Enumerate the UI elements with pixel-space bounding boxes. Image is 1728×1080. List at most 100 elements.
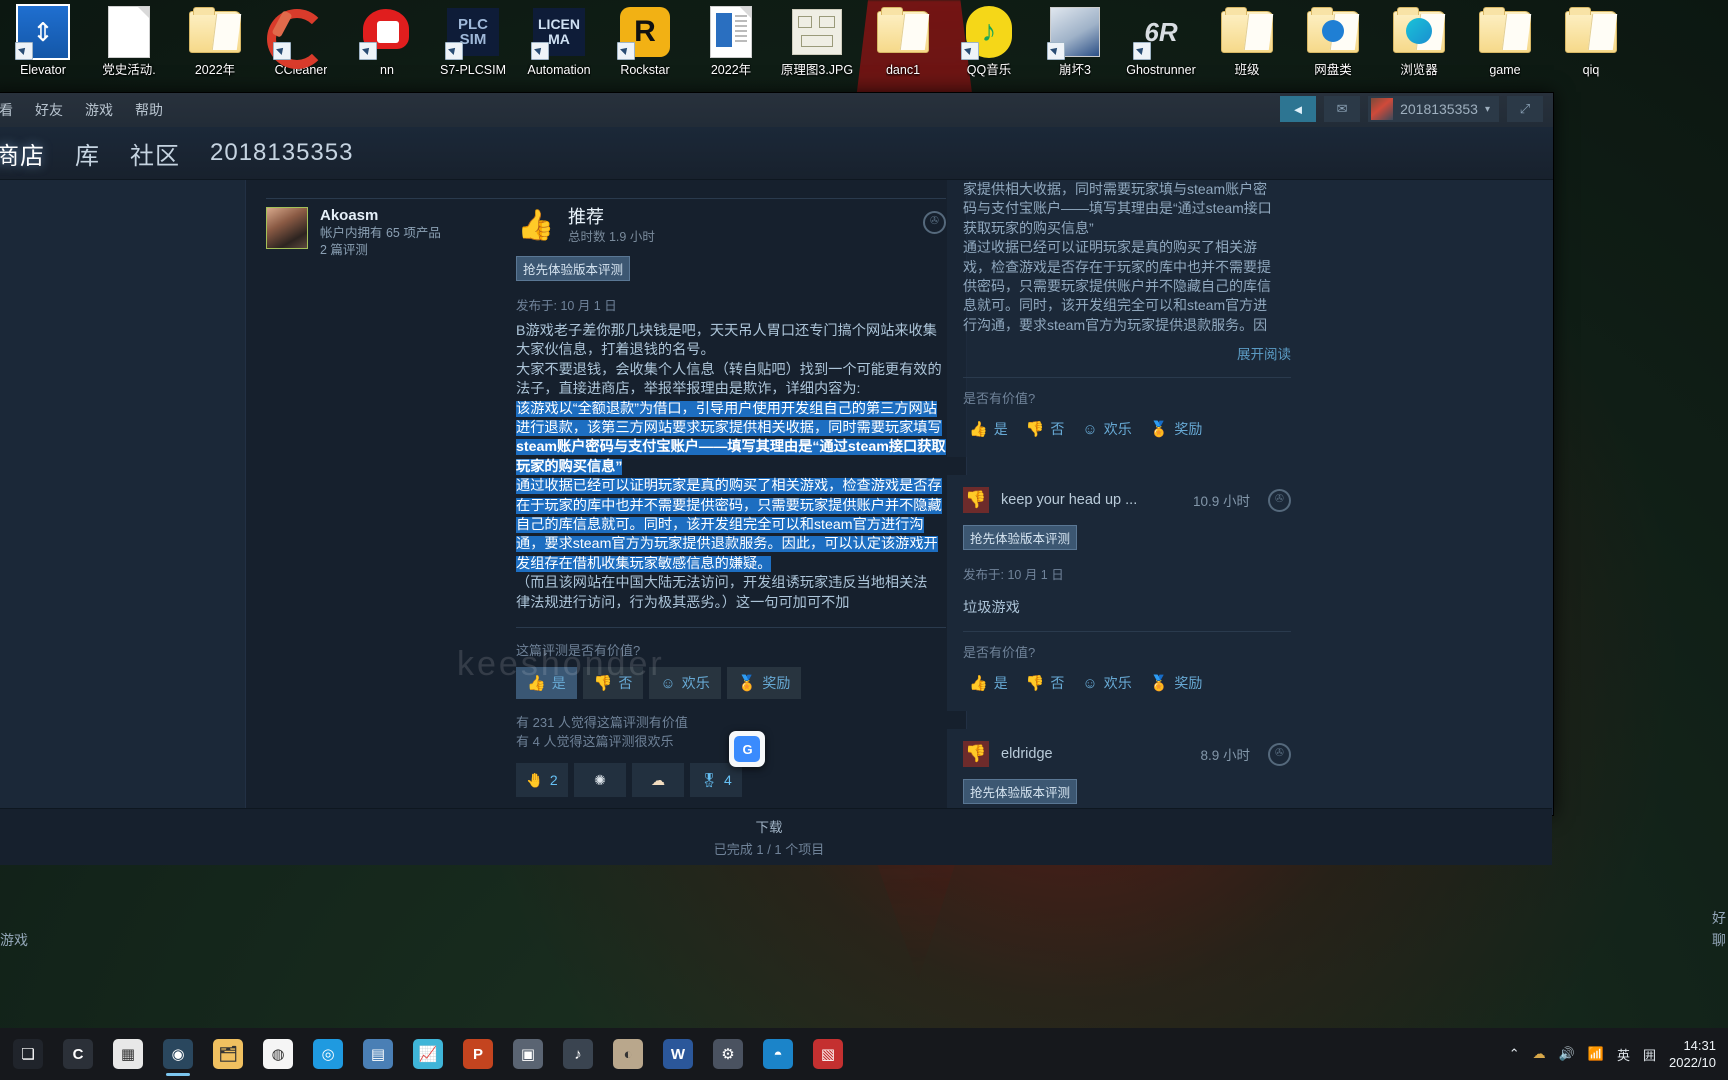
taskbar-app-disc[interactable]: ◐ xyxy=(604,1030,652,1078)
desktop-icon-ghostrunner[interactable]: 6R Ghostrunner xyxy=(1118,4,1204,96)
taskbar-app-music[interactable]: ♪ xyxy=(554,1030,602,1078)
menu-item-games[interactable]: 游戏 xyxy=(85,100,113,120)
award-ribbon[interactable]: 🎖 4 xyxy=(690,763,742,798)
desktop-icon-label: 班级 xyxy=(1234,63,1260,77)
vote-funny-button[interactable]: ☺ 欢乐 xyxy=(649,667,721,700)
desktop-icon-label: 浏览器 xyxy=(1400,63,1438,77)
desktop-icon-honkai[interactable]: 崩坏3 xyxy=(1032,4,1118,96)
taskbar-app-store[interactable]: ▦ xyxy=(104,1030,152,1078)
desktop-icon-app-blue[interactable]: ⇕ Elevator xyxy=(0,4,86,96)
vote-award-label: 奖励 xyxy=(1174,675,1203,692)
wifi-icon[interactable]: 📶 xyxy=(1588,1046,1604,1062)
desktop-icon-licensema[interactable]: LICEN MA Automation xyxy=(516,4,602,96)
menu-item-help[interactable]: 帮助 xyxy=(135,100,163,120)
steam-logo-icon: ✇ xyxy=(1268,488,1291,512)
desktop-icon-docblue[interactable]: 2022年 xyxy=(688,4,774,96)
review-author-name[interactable]: Akoasm xyxy=(320,207,441,225)
nav-item-library[interactable]: 库 xyxy=(75,136,100,171)
thumbs-down-icon: 👎 xyxy=(963,741,989,768)
taskbar-app-capture[interactable]: ▧ xyxy=(804,1030,852,1078)
taskbar-app-settings[interactable]: ⚙ xyxy=(704,1030,752,1078)
award-whoa[interactable]: ✺ xyxy=(574,763,626,798)
side-review-author[interactable]: keep your head up ... xyxy=(1001,492,1181,508)
vote-award-button[interactable]: 🏅 奖励 xyxy=(1144,669,1209,697)
taskbar-app-explorer[interactable]: 🗂 xyxy=(204,1030,252,1078)
vote-yes-button[interactable]: 👍 是 xyxy=(963,415,1014,443)
taskbar-app-edge[interactable]: ◓ xyxy=(754,1030,802,1078)
desktop-icon-folder-browser[interactable]: 浏览器 xyxy=(1376,4,1462,96)
expand-read-link[interactable]: 展开阅读 xyxy=(963,335,1291,363)
desktop-icon-folder[interactable]: qiq xyxy=(1548,4,1634,96)
taskbar-app-powerpoint[interactable]: P xyxy=(454,1030,502,1078)
vote-yes-button[interactable]: 👍 是 xyxy=(516,667,577,700)
mail-icon[interactable]: ✉ xyxy=(1324,96,1361,122)
desktop-icon-folder[interactable]: danc1 xyxy=(860,4,946,96)
app-gallery-icon: ▣ xyxy=(513,1039,543,1069)
review-body-plain-1: B游戏老子差你那几块钱是吧，天天吊人胃口还专门搞个网站来收集 大家伙信息，打着退… xyxy=(516,323,942,398)
account-name: 2018135353 xyxy=(1400,101,1478,117)
desktop-icon-folder[interactable]: game xyxy=(1462,4,1548,96)
account-menu[interactable]: 2018135353 ▾ xyxy=(1368,96,1499,122)
menu-item-view[interactable]: 看 xyxy=(0,100,13,120)
desktop-icon-schematic[interactable]: 原理图3.JPG xyxy=(774,4,860,96)
desktop-icon-folder[interactable]: 班级 xyxy=(1204,4,1290,96)
avatar xyxy=(1371,98,1394,120)
divider xyxy=(963,631,1291,633)
desktop-icon-rockstar[interactable]: R Rockstar xyxy=(602,4,688,96)
folder-browser-icon xyxy=(1391,4,1447,60)
clock[interactable]: 14:31 2022/10 xyxy=(1669,1037,1716,1071)
taskbar-app-c[interactable]: C xyxy=(54,1030,102,1078)
desktop-icon-qqmusic[interactable]: ♪ QQ音乐 xyxy=(946,4,1032,96)
chevron-up-icon[interactable]: ⌃ xyxy=(1509,1046,1520,1062)
taskbar-app-chrome[interactable]: ◍ xyxy=(254,1030,302,1078)
taskbar-app-steam[interactable]: ◉ xyxy=(154,1030,202,1078)
vote-award-button[interactable]: 🏅 奖励 xyxy=(1144,415,1209,443)
speaker-icon[interactable]: 🔊 xyxy=(1559,1046,1575,1062)
taskbar-app-gallery[interactable]: ▣ xyxy=(504,1030,552,1078)
award-mad-count: 2 xyxy=(549,772,558,789)
broadcast-icon[interactable]: ◄ xyxy=(1280,96,1317,122)
award-mad-hand[interactable]: 🤚 2 xyxy=(516,763,568,798)
vote-yes-button[interactable]: 👍 是 xyxy=(963,669,1014,697)
side-review-hours: 10.9 小时 xyxy=(1192,494,1250,510)
desktop-icon-folder[interactable]: 2022年 xyxy=(172,4,258,96)
nav-item-community[interactable]: 社区 xyxy=(130,136,180,171)
thumbs-down-icon: 👎 xyxy=(963,487,989,514)
nav-item-store[interactable]: 商店 xyxy=(0,136,45,171)
nav-item-profile[interactable]: 2018135353 xyxy=(210,139,353,167)
vote-no-label: 否 xyxy=(1050,421,1065,438)
desktop-icon-nn-red[interactable]: nn xyxy=(344,4,430,96)
ime-mode-icon[interactable]: 囲 xyxy=(1643,1045,1656,1064)
edge-text-right-1: 好 xyxy=(1712,910,1726,926)
taskbar-app-browser2[interactable]: ◎ xyxy=(304,1030,352,1078)
vote-no-button[interactable]: 👎 否 xyxy=(582,667,644,700)
expand-icon[interactable]: ⤢ xyxy=(1507,96,1543,122)
download-status-bar[interactable]: 下载 已完成 1 / 1 个项目 xyxy=(0,808,1552,865)
vote-no-button[interactable]: 👎 否 xyxy=(1020,415,1071,443)
cloud-icon[interactable]: ☁ xyxy=(1533,1046,1546,1062)
taskbar: ❏ C ▦ ◉ 🗂 ◍ ◎ ▤ 📈 P ▣ ♪ ◐ W ⚙ ◓ ▧ ⌃ ☁ 🔊 📶 英 囲 14:31 2022… xyxy=(0,1028,1728,1080)
taskbar-app-reader[interactable]: ▤ xyxy=(354,1030,402,1078)
taskbar-app-chart[interactable]: 📈 xyxy=(404,1030,452,1078)
ime-indicator[interactable]: 英 xyxy=(1617,1045,1630,1064)
taskbar-app-word[interactable]: W xyxy=(654,1030,702,1078)
review-author-review-count[interactable]: 2 篇评测 xyxy=(320,242,441,259)
desktop-icon-ccleaner[interactable]: CCleaner xyxy=(258,4,344,96)
side-review-author[interactable]: eldridge xyxy=(1001,746,1188,762)
vote-award-button[interactable]: 🏅 奖励 xyxy=(726,667,802,700)
google-translate-icon[interactable]: G xyxy=(729,731,765,767)
desktop-icon-label: nn xyxy=(380,63,394,77)
steam-content-area: Akoasm 帐户内拥有 65 项产品 2 篇评测 ✇ 👍 推荐 总时数 1.9… xyxy=(0,180,1553,815)
vote-no-button[interactable]: 👎 否 xyxy=(1020,669,1071,697)
avatar[interactable] xyxy=(266,207,308,249)
app-reader-icon: ▤ xyxy=(363,1039,393,1069)
taskbar-task-view[interactable]: ❏ xyxy=(4,1030,52,1078)
award-hilarious[interactable]: ☁ xyxy=(632,763,684,798)
desktop-icon-plcsim[interactable]: PLC SIM S7-PLCSIM xyxy=(430,4,516,96)
vote-funny-button[interactable]: ☺ 欢乐 xyxy=(1076,415,1137,443)
desktop-icon-folder-pan[interactable]: 网盘类 xyxy=(1290,4,1376,96)
desktop-icon-doc[interactable]: 党史活动. xyxy=(86,4,172,96)
vote-funny-button[interactable]: ☺ 欢乐 xyxy=(1076,669,1137,697)
download-title: 下载 xyxy=(755,820,783,835)
menu-item-friends[interactable]: 好友 xyxy=(35,100,63,120)
